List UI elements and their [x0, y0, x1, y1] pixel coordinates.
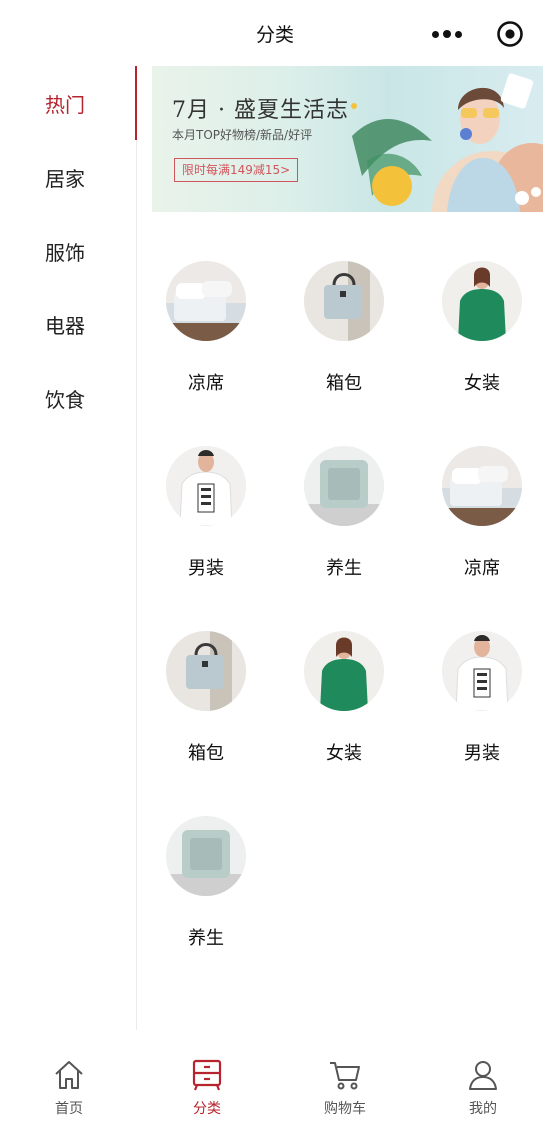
tab-label: 分类	[193, 1101, 221, 1117]
close-target-icon[interactable]	[496, 20, 524, 48]
user-icon	[469, 1061, 497, 1090]
dot-icon	[455, 30, 462, 38]
dot-icon	[443, 30, 451, 38]
category-label: 女装	[326, 743, 362, 764]
tab-profile[interactable]: 我的	[414, 1058, 550, 1138]
banner-title: 7月 · 盛夏生活志	[172, 98, 349, 123]
sidebar-item-label: 饮食	[45, 387, 85, 412]
sidebar-item-apparel[interactable]: 服饰	[0, 214, 136, 288]
tab-home[interactable]: 首页	[0, 1058, 138, 1138]
tab-label: 购物车	[324, 1101, 366, 1117]
bedding-thumbnail	[442, 446, 522, 526]
women-polo-thumbnail	[304, 631, 384, 711]
tab-category[interactable]: 分类	[138, 1058, 276, 1138]
category-cell-cool-mat[interactable]: 凉席	[413, 397, 550, 582]
active-indicator	[135, 66, 137, 140]
handbag-thumbnail	[304, 261, 384, 341]
women-polo-thumbnail	[442, 261, 522, 341]
sidebar-item-home[interactable]: 居家	[0, 140, 136, 214]
category-label: 凉席	[188, 373, 224, 394]
category-cell-menswear[interactable]: 男装	[137, 397, 275, 582]
category-label: 箱包	[188, 743, 224, 764]
dot-icon	[432, 30, 439, 38]
sidebar-item-label: 热门	[45, 92, 85, 117]
category-label: 养生	[188, 928, 224, 949]
more-menu-button[interactable]	[428, 22, 466, 46]
sidebar-item-label: 电器	[45, 313, 85, 338]
category-cell-bags[interactable]: 箱包	[275, 212, 413, 397]
handbag-thumbnail	[166, 631, 246, 711]
cart-icon	[330, 1062, 360, 1090]
bedding-thumbnail	[166, 261, 246, 341]
promo-banner[interactable]: 7月 · 盛夏生活志 本月TOP好物榜/新品/好评 限时每满149减15>	[152, 66, 543, 212]
banner-promo-tag: 限时每满149减15>	[174, 158, 299, 182]
category-page: 分类 热门 居家 服饰 电器 饮食 7月 · 盛夏生活志 本月TOP好物榜/新品…	[0, 0, 550, 1146]
page-title: 分类	[255, 24, 294, 46]
cushion-thumbnail	[304, 446, 384, 526]
home-icon	[55, 1061, 83, 1089]
bottom-tab-bar: 首页 分类 购物车 我的	[0, 1040, 550, 1146]
category-label: 养生	[326, 558, 362, 579]
category-cell-menswear[interactable]: 男装	[413, 582, 550, 767]
category-cell-wellness[interactable]: 养生	[137, 767, 275, 952]
category-cell-womenswear[interactable]: 女装	[275, 582, 413, 767]
tab-label: 我的	[469, 1101, 497, 1117]
sidebar-item-appliances[interactable]: 电器	[0, 287, 136, 361]
category-label: 男装	[188, 558, 224, 579]
category-cell-cool-mat[interactable]: 凉席	[137, 212, 275, 397]
category-cell-wellness[interactable]: 养生	[275, 397, 413, 582]
category-cell-womenswear[interactable]: 女装	[413, 212, 550, 397]
sidebar-item-hot[interactable]: 热门	[0, 66, 137, 140]
sidebar-item-label: 居家	[45, 166, 85, 191]
nav-header: 分类	[0, 0, 550, 66]
sidebar-item-label: 服饰	[45, 240, 85, 265]
category-cell-bags[interactable]: 箱包	[137, 582, 275, 767]
banner-subtitle: 本月TOP好物榜/新品/好评	[172, 128, 313, 142]
category-icon	[192, 1059, 222, 1091]
sidebar-item-food[interactable]: 饮食	[0, 361, 136, 435]
men-tee-thumbnail	[166, 446, 246, 526]
cushion-thumbnail	[166, 816, 246, 896]
category-label: 女装	[464, 373, 500, 394]
tab-label: 首页	[55, 1101, 83, 1117]
men-tee-thumbnail	[442, 631, 522, 711]
tab-cart[interactable]: 购物车	[276, 1058, 414, 1138]
category-sidebar: 热门 居家 服饰 电器 饮食	[0, 66, 137, 1030]
banner-illustration	[351, 73, 543, 212]
category-label: 凉席	[464, 558, 500, 579]
category-label: 男装	[464, 743, 500, 764]
category-label: 箱包	[326, 373, 362, 394]
